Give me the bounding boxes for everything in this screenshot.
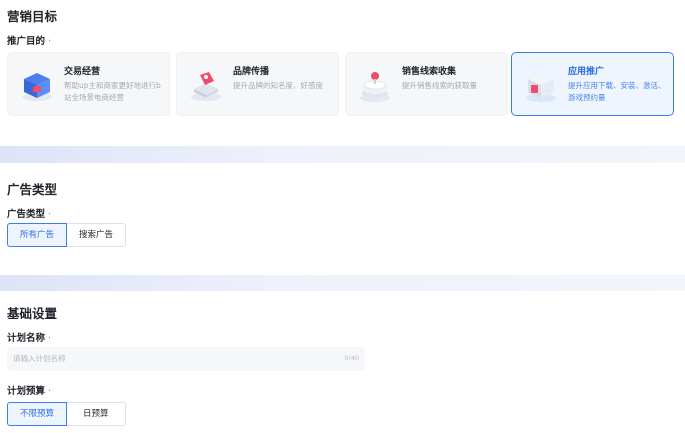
marketing-goal-section: 营销目标 推广目的 · 交易经营 帮助up主和商家更好地进行b站全场景电商经营 品… [0,0,685,146]
ad-type-title: 广告类型 [7,182,58,197]
ad-type-section: 广告类型 广告类型 · 所有广告 搜索广告 [0,163,685,275]
purpose-card-trade[interactable]: 交易经营 帮助up主和商家更好地进行b站全场景电商经营 [7,52,170,116]
app-package-icon [526,73,556,102]
card-title: 品牌传播 [233,67,270,77]
purpose-card-leads[interactable]: 销售线索收集 提升销售线索的获取量 [345,52,508,116]
ad-type-option-all[interactable]: 所有广告 [7,223,68,247]
card-description: 提升品牌的知名度、好感度 [233,81,323,90]
ad-type-option-search[interactable]: 搜索广告 [67,223,127,247]
shopping-box-icon [22,73,52,101]
card-title: 应用推广 [568,67,605,77]
card-title: 销售线索收集 [402,67,457,77]
card-description: 提升应用下载、安装、激活、游戏预约量 [568,81,666,102]
plan-budget-label: 计划预算 · [7,386,52,397]
plan-name-char-count: 0/40 [344,354,359,362]
section-divider [0,146,685,163]
card-description: 帮助up主和商家更好地进行b站全场景电商经营 [64,81,161,102]
marketing-goal-title: 营销目标 [7,9,58,24]
brand-tag-icon [191,72,221,101]
budget-selector: 不限预算 日预算 [7,402,126,426]
section-divider [0,275,685,291]
plan-name-placeholder: 请输入计划名称 [13,354,66,363]
card-description: 提升销售线索的获取量 [402,81,477,90]
purpose-card-app[interactable]: 应用推广 提升应用下载、安装、激活、游戏预约量 [511,52,674,116]
promotion-purpose-label: 推广目的 · [7,36,52,47]
ad-type-selector: 所有广告 搜索广告 [7,223,127,247]
plan-name-input[interactable]: 请输入计划名称 0/40 [7,347,365,371]
card-title: 交易经营 [64,67,101,77]
ad-type-label: 广告类型 · [7,209,52,220]
budget-option-unlimited[interactable]: 不限预算 [7,402,68,426]
purpose-card-brand[interactable]: 品牌传播 提升品牌的知名度、好感度 [176,52,339,116]
plan-name-label: 计划名称 · [7,333,52,344]
basic-settings-title: 基础设置 [7,306,58,321]
budget-option-daily[interactable]: 日预算 [67,402,126,426]
leads-stack-icon [360,72,390,102]
